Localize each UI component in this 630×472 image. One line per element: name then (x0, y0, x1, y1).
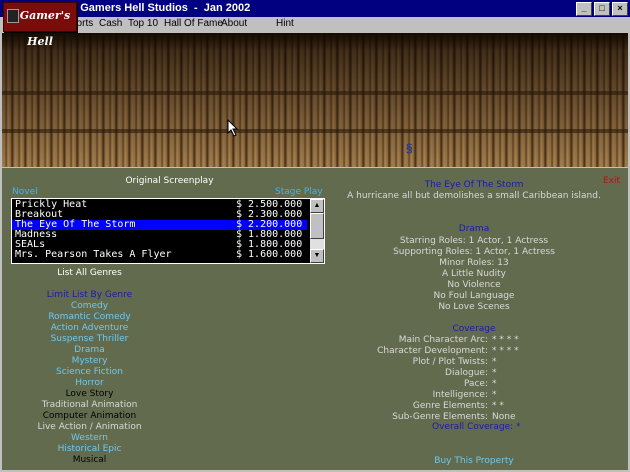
menu-bar: ports Cash Top 10 Hall Of Fame About Hin… (0, 17, 630, 32)
overall-coverage-stars: * (516, 422, 521, 432)
genre-filter-item[interactable]: Romantic Comedy (22, 312, 157, 322)
coverage-label: Genre Elements: (412, 401, 488, 411)
property-details: The Eye Of The Storm Exit A hurricane al… (324, 168, 628, 470)
genre-filter-item[interactable]: Traditional Animation (22, 400, 157, 410)
coverage-label: Main Character Arc: (398, 335, 488, 345)
title-bar[interactable]: 000 - Gamers Hell Studios - Jan 2002 _ □… (0, 0, 630, 17)
screenplay-rows: Prickly Heat $ 2.500.000 Breakout $ 2.300.0… (12, 200, 307, 260)
coverage-label: Intelligence: (432, 390, 488, 400)
filter-stage-play[interactable]: Stage Play (275, 187, 323, 197)
coverage-label: Sub-Genre Elements: (392, 412, 488, 422)
list-scrollbar[interactable]: ▲ ▼ (310, 199, 324, 263)
banner-shade (2, 33, 628, 51)
limit-genre-label: Limit List By Genre (46, 290, 133, 300)
genre-filter-item[interactable]: Live Action / Animation (22, 422, 157, 432)
screenplay-header: Original Screenplay (125, 176, 214, 186)
list-all-genres-button[interactable]: List All Genres (42, 268, 137, 278)
tv-icon (7, 9, 19, 23)
screenplay-row[interactable]: Mrs. Pearson Takes A Flyer $ 1.600.000 (12, 250, 307, 260)
genre-filter-item[interactable]: Action Adventure (22, 323, 157, 333)
property-genre: Drama (458, 224, 490, 234)
property-title: The Eye Of The Storm (424, 180, 524, 190)
detail-line: Supporting Roles: 1 Actor, 1 Actress (393, 247, 555, 257)
genre-filter-item[interactable]: Love Story (22, 389, 157, 399)
scroll-down-icon[interactable]: ▼ (310, 249, 324, 263)
genre-filter-item[interactable]: Comedy (22, 301, 157, 311)
banner-shelf (2, 91, 628, 95)
genre-filter-item[interactable]: Drama (22, 345, 157, 355)
detail-line: A Little Nudity (442, 269, 506, 279)
property-description: A hurricane all but demolishes a small C… (347, 191, 601, 201)
close-button[interactable]: × (612, 2, 628, 16)
genre-filter-item[interactable]: Western (22, 433, 157, 443)
mouse-pointer-icon (227, 119, 239, 137)
maximize-button[interactable]: □ (594, 2, 610, 16)
buy-property-button[interactable]: Buy This Property (404, 456, 544, 466)
genre-filter-item[interactable]: Mystery (22, 356, 157, 366)
filter-novel[interactable]: Novel (12, 187, 38, 197)
genre-filter-item[interactable]: Musical (22, 455, 157, 465)
coverage-stars: None (492, 412, 516, 422)
genre-filter-item[interactable]: Computer Animation (22, 411, 157, 421)
screenplay-name: Mrs. Pearson Takes A Flyer (15, 249, 172, 260)
coverage-title: Coverage (452, 324, 496, 334)
menu-about[interactable]: About (221, 18, 247, 29)
figure-icon: § (406, 141, 413, 155)
scroll-up-icon[interactable]: ▲ (310, 199, 324, 213)
coverage-stars: * * * * (492, 346, 519, 356)
archive-banner-image: § (2, 33, 628, 167)
main-panel: Original Screenplay Novel Stage Play Pri… (2, 168, 628, 470)
coverage-stars: * * (492, 401, 504, 411)
menu-hint[interactable]: Hint (276, 18, 294, 29)
coverage-stars: * (492, 357, 497, 367)
menu-top10[interactable]: Top 10 (128, 18, 158, 29)
genre-filter-item[interactable]: Historical Epic (22, 444, 157, 454)
coverage-label: Dialogue: (445, 368, 488, 378)
banner-shelf (2, 129, 628, 133)
coverage-stars: * * * * (492, 335, 519, 345)
window-controls: _ □ × (576, 2, 628, 16)
screenplay-column: Original Screenplay Novel Stage Play Pri… (2, 168, 325, 470)
coverage-stars: * (492, 379, 497, 389)
coverage-label: Pace: (463, 379, 488, 389)
coverage-label: Plot / Plot Twists: (412, 357, 488, 367)
coverage-stars: * (492, 390, 497, 400)
screenplay-price: $ 1.600.000 (236, 249, 303, 260)
menu-hall-of-fame[interactable]: Hall Of Fame (164, 18, 223, 29)
coverage-label: Character Development: (377, 346, 488, 356)
minimize-button[interactable]: _ (576, 2, 592, 16)
overall-coverage-label: Overall Coverage: * (432, 422, 521, 432)
exit-button[interactable]: Exit (603, 176, 620, 186)
coverage-stars: * (492, 368, 497, 378)
detail-line: Minor Roles: 13 (439, 258, 509, 268)
detail-line: No Violence (447, 280, 501, 290)
app-logo: Gamer's Hell (3, 2, 77, 48)
screenplay-list[interactable]: Prickly Heat $ 2.500.000 Breakout $ 2.300.0… (11, 198, 325, 264)
scroll-thumb[interactable] (310, 213, 324, 239)
detail-line: No Love Scenes (438, 302, 510, 312)
genre-filter-item[interactable]: Science Fiction (22, 367, 157, 377)
genre-filter-item[interactable]: Horror (22, 378, 157, 388)
detail-line: Starring Roles: 1 Actor, 1 Actress (399, 236, 549, 246)
menu-cash[interactable]: Cash (99, 18, 122, 29)
detail-line: No Foul Language (433, 291, 515, 301)
genre-filter-item[interactable]: Suspense Thriller (22, 334, 157, 344)
